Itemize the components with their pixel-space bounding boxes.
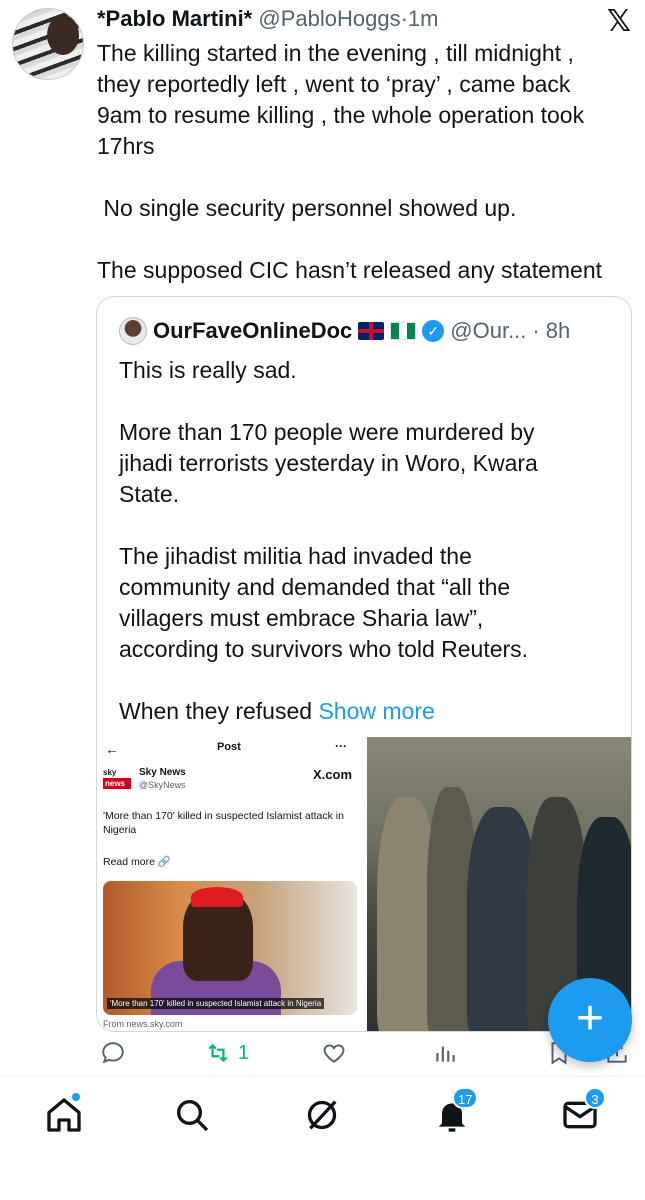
quoted-tweet[interactable]: OurFaveOnlineDoc ✓ @Our... · 8h This is … [96,296,632,1032]
quoted-line: villagers must embrace Sharia law”, [119,605,484,631]
quoted-tweet-header: OurFaveOnlineDoc ✓ @Our... · 8h [119,317,570,345]
quoted-author-name[interactable]: OurFaveOnlineDoc [153,318,352,344]
nigeria-flag-icon [390,322,417,340]
quoted-paragraph: This is really sad. [119,357,297,383]
heart-icon [323,1044,345,1063]
nav-grok[interactable] [302,1095,342,1135]
author-handle[interactable]: @PabloHoggs [258,6,400,31]
verified-badge-icon: ✓ [422,320,445,342]
tweet-header: *Pablo Martini* @PabloHoggs·1m [97,6,438,32]
search-icon [177,1100,209,1132]
author-name[interactable]: *Pablo Martini* [97,6,252,31]
photo-hat-shape [191,887,243,907]
messages-badge: 3 [584,1087,606,1109]
media-screenshot-image[interactable]: ← Post ··· sky news Sky News @SkyNews X.… [97,737,367,1031]
screenshot-read-more: Read more 🔗 [103,856,171,868]
platform-label: X.com [313,767,353,782]
quoted-line: The jihadist militia had invaded the [119,543,472,569]
nav-messages[interactable]: 3 [560,1087,606,1135]
reply-button[interactable] [100,1040,126,1066]
quoted-author-handle[interactable]: @Our... [450,318,526,344]
photo-caption: 'More than 170' killed in suspected Isla… [107,998,325,1009]
sky-news-logo-icon: sky news [103,767,131,789]
quoted-line: community and demanded that “all the [119,574,511,600]
separator: · [532,318,540,343]
avatar[interactable] [12,8,84,80]
tweet-line: they reportedly left , went to ‘pray’ , … [97,71,571,97]
views-button[interactable] [432,1040,458,1066]
x-logo-icon[interactable]: 𝕏 [607,4,631,39]
source-handle: @SkyNews [139,780,186,790]
screenshot-title: Post [217,741,241,753]
separator: · [400,6,408,31]
bottom-nav: 17 3 [0,1076,645,1200]
nav-notifications[interactable]: 17 [432,1087,479,1135]
news-photo: 'More than 170' killed in suspected Isla… [103,881,357,1015]
sky-logo-top: sky [103,768,117,777]
quoted-avatar[interactable] [119,317,147,345]
home-unread-dot [70,1091,82,1103]
screenshot-headline: 'More than 170' killed in suspected Isla… [103,810,344,836]
tweet-line: 9am to resume killing , the whole operat… [97,102,585,128]
quoted-line: according to survivors who told Reuters. [119,636,529,662]
tweet-time[interactable]: 1m [408,6,439,31]
uk-flag-icon [358,322,385,340]
quoted-line: More than 170 people were murdered by [119,419,535,445]
retweet-button[interactable]: 1 [204,1040,249,1066]
tweet-paragraph: No single security personnel showed up. [97,195,517,221]
quoted-paragraph: When they refused Show more [119,696,619,727]
show-more-link[interactable]: Show more [318,698,434,724]
tweet-line: The killing started in the evening , til… [97,40,574,66]
retweet-count: 1 [238,1041,250,1064]
quoted-media[interactable]: ← Post ··· sky news Sky News @SkyNews X.… [97,737,631,1031]
tweet-text: The killing started in the evening , til… [97,38,632,286]
tweet-line: 17hrs [97,133,155,159]
like-button[interactable] [320,1040,348,1066]
retweet-icon [208,1043,228,1063]
reply-icon [102,1042,124,1064]
sky-logo-bottom: news [103,778,131,789]
screenshot-source-link: From news.sky.com [103,1019,183,1029]
views-icon [436,1046,455,1062]
quoted-time[interactable]: 8h [546,318,570,344]
quoted-line: jihadi terrorists yesterday in Woro, Kwa… [119,450,538,476]
notifications-badge: 17 [452,1087,479,1109]
plus-icon: + [575,992,605,1045]
quoted-line: State. [119,481,180,507]
more-dots-icon: ··· [335,739,347,753]
nav-search[interactable] [172,1095,212,1135]
tweet-actions: 1 [96,1040,636,1074]
grok-icon [307,1100,337,1130]
nav-home[interactable] [44,1091,84,1135]
tweet-paragraph: The supposed CIC hasn’t released any sta… [97,257,603,283]
compose-button[interactable]: + [548,978,632,1062]
back-arrow-icon: ← [105,741,119,757]
quoted-last-line: When they refused [119,698,319,724]
source-name: Sky News [139,767,186,778]
quoted-tweet-text: This is really sad. More than 170 people… [119,355,619,727]
